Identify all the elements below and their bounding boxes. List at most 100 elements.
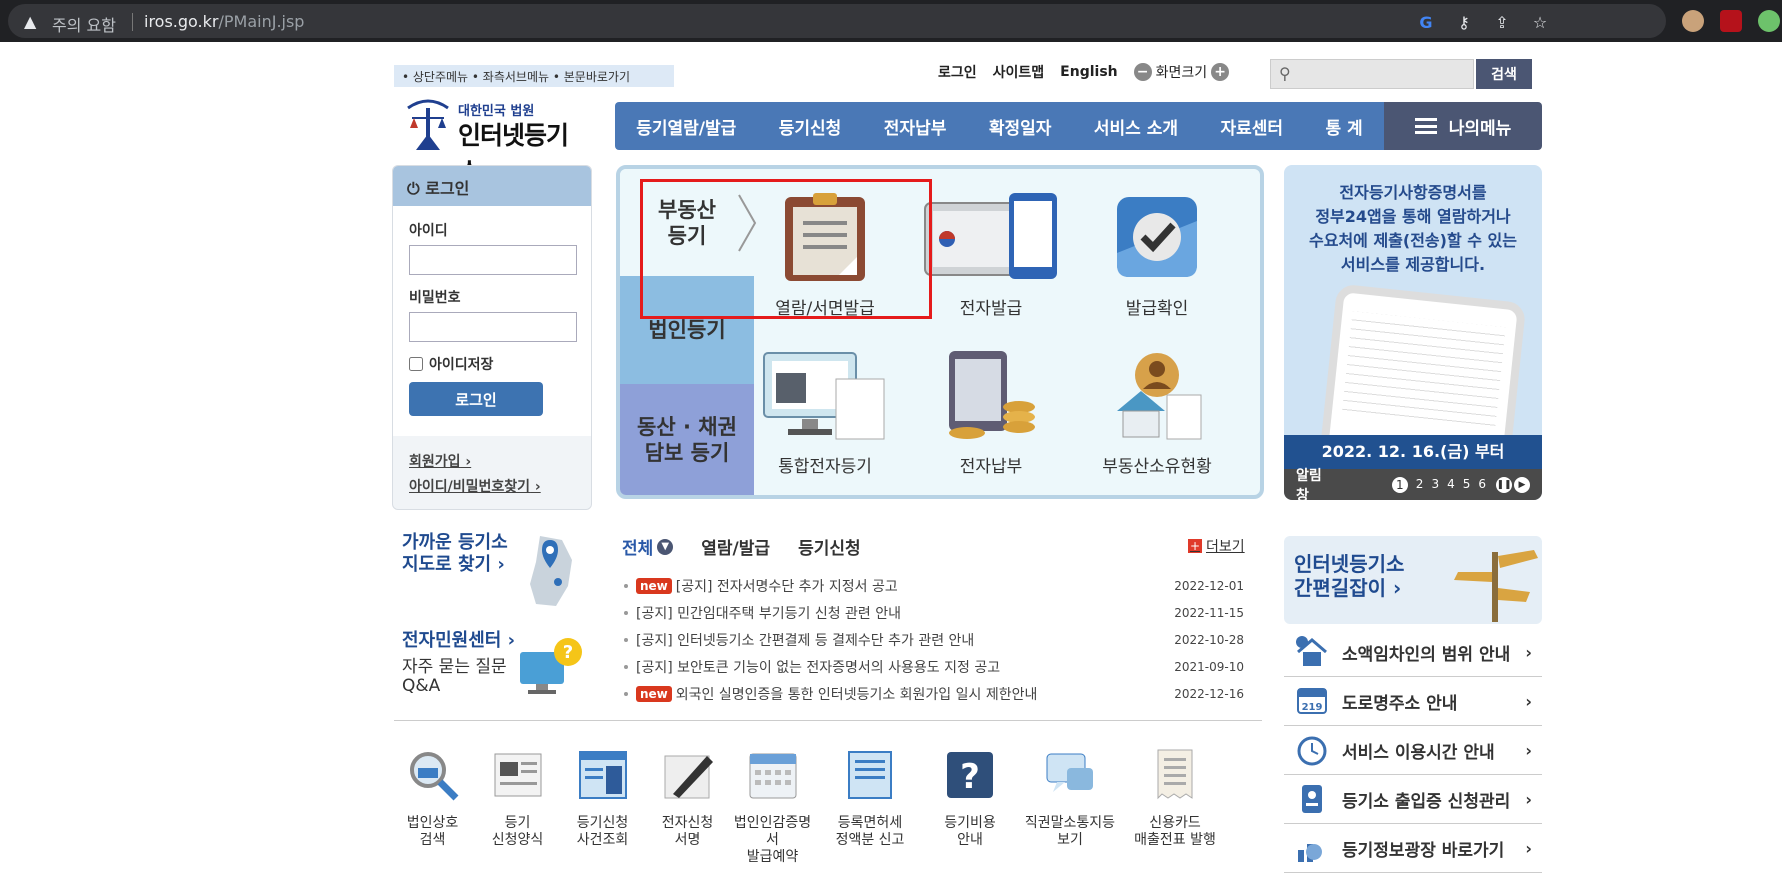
tab-all[interactable]: 전체 ▼ [622, 534, 674, 559]
service-label: 전자납부 [959, 457, 1023, 477]
global-nav: 등기열람/발급 등기신청 전자납부 확정일자 서비스 소개 자료센터 통 계 [615, 102, 1384, 150]
tablet-coins-icon [949, 351, 1035, 439]
list-item[interactable]: [공지] 민간임대주택 부기등기 신청 관련 안내 2022-11-15 [624, 599, 1254, 626]
nav-item[interactable]: 서비스 소개 [1094, 114, 1178, 139]
id-input[interactable] [409, 245, 577, 275]
share-icon[interactable]: ⇪ [1492, 13, 1512, 33]
link-small-tenant[interactable]: 소액임차인의 범위 안내 › [1284, 628, 1542, 677]
page-dot[interactable]: 4 [1447, 477, 1455, 493]
power-icon: ⏻ [407, 179, 420, 198]
magnifier-icon [409, 752, 458, 801]
nav-item[interactable]: 등기열람/발급 [636, 114, 736, 139]
page-dot[interactable]: 5 [1463, 477, 1471, 493]
font-size-control: − 화면크기 + [1133, 62, 1230, 82]
page-dot[interactable]: 2 [1416, 477, 1424, 493]
site-logo[interactable]: 대한민국 법원 인터넷등기소 [400, 94, 580, 186]
banner-text: 전자등기사항증명서를 정부24앱을 통해 열람하거나 수요처에 제출(전송)할 … [1309, 183, 1517, 274]
quick-card-receipt[interactable]: 신용카드 매출전표 발행 [1125, 748, 1225, 866]
tab-apply[interactable]: 등기신청 [798, 534, 861, 559]
extension-on-icon[interactable] [1758, 10, 1780, 32]
key-icon[interactable]: ⚷ [1454, 13, 1474, 33]
link-service-hours[interactable]: 서비스 이용시간 안내 › [1284, 726, 1542, 775]
nav-item[interactable]: 통 계 [1325, 114, 1362, 139]
chevron-right-icon: › [1525, 838, 1532, 858]
more-link[interactable]: + 더보기 [1188, 536, 1245, 556]
bullet [624, 583, 628, 588]
nav-item[interactable]: 자료센터 [1220, 114, 1283, 139]
notice-title: [공지] 민간임대주택 부기등기 신청 관련 안내 [636, 605, 902, 622]
quick-cancellation-notice[interactable]: 직권말소통지등 보기 [1015, 748, 1125, 866]
service-integrated[interactable]: 통합전자등기 [750, 349, 900, 477]
e-issue-icon [924, 193, 1057, 279]
list-item[interactable]: new [공지] 전자서명수단 추가 지정서 공고 2022-12-01 [624, 572, 1254, 599]
service-e-payment[interactable]: 전자납부 [916, 349, 1066, 477]
quick-forms[interactable]: 등기 신청양식 [475, 748, 560, 866]
link-entry-pass[interactable]: 등기소 출입증 신청관리 › [1284, 775, 1542, 824]
save-id-checkbox[interactable] [409, 357, 423, 371]
nav-item[interactable]: 등기신청 [779, 114, 842, 139]
security-warning[interactable]: 주의 요함 [52, 12, 116, 36]
quick-corp-name-search[interactable]: 법인상호 검색 [390, 748, 475, 866]
notice-date: 2022-12-16 [1174, 686, 1244, 701]
notice-title: [공지] 보안토큰 기능이 없는 전자증명서의 사용용도 지정 공고 [636, 659, 1001, 676]
promo-banner[interactable]: 전자등기사항증명서를 정부24앱을 통해 열람하거나 수요처에 제출(전송)할 … [1284, 165, 1542, 500]
tab-view-issue[interactable]: 열람/발급 [701, 534, 770, 559]
id-label: 아이디 [409, 223, 448, 239]
service-e-issue[interactable]: 전자발급 [916, 191, 1066, 319]
next-icon[interactable]: ▶ [1514, 476, 1530, 493]
quick-e-sign[interactable]: 전자신청 서명 [645, 748, 730, 866]
address-bar[interactable]: ▲ 주의 요함 iros.go.kr/PMainJ.jsp G ⚷ ⇪ ☆ [8, 4, 1666, 38]
service-label: 통합전자등기 [778, 457, 872, 477]
quick-guide-banner[interactable]: 인터넷등기소 간편길잡이 › [1284, 536, 1542, 624]
quick-seal-reservation[interactable]: 법인인감증명서 발급예약 [730, 748, 815, 866]
search-input[interactable] [1303, 62, 1471, 86]
url-text[interactable]: iros.go.kr/PMainJ.jsp [144, 12, 304, 31]
quick-case-lookup[interactable]: 등기신청 사건조회 [560, 748, 645, 866]
skip-links[interactable]: • 상단주메뉴 • 좌측서브메뉴 • 본문바로가기 [394, 65, 674, 87]
pause-icon[interactable]: ❚❚ [1496, 476, 1512, 493]
signpost-icon [1454, 550, 1538, 622]
service-property-holdings[interactable]: 부동산소유현황 [1082, 349, 1232, 477]
join-link[interactable]: 회원가입 › [409, 450, 575, 475]
my-menu-button[interactable]: 나의메뉴 [1384, 102, 1542, 150]
google-icon[interactable]: G [1416, 13, 1436, 33]
login-link[interactable]: 로그인 [938, 62, 977, 82]
zoom-out-icon[interactable]: − [1133, 63, 1152, 81]
service-label: 전자발급 [959, 299, 1023, 319]
page-dot[interactable]: 6 [1478, 477, 1486, 493]
star-icon[interactable]: ☆ [1530, 13, 1550, 33]
chevron-right-icon: › [1525, 740, 1532, 760]
list-item[interactable]: new 외국인 실명인증을 통한 인터넷등기소 회원가입 일시 제한안내 202… [624, 680, 1254, 707]
link-road-address[interactable]: 219 도로명주소 안내 › [1284, 677, 1542, 726]
nav-item[interactable]: 전자납부 [884, 114, 947, 139]
search-button[interactable]: 검색 [1476, 59, 1532, 89]
list-item[interactable]: [공지] 인터넷등기소 간편결제 등 결제수단 추가 관련 안내 2022-10… [624, 626, 1254, 653]
link-data-plaza[interactable]: 등기정보광장 바로가기 › [1284, 824, 1542, 873]
category-movable[interactable]: 동산 · 채권 담보 등기 [620, 384, 754, 495]
zoom-in-icon[interactable]: + [1211, 63, 1230, 81]
english-link[interactable]: English [1060, 64, 1117, 80]
quick-fee-guide[interactable]: ? 등기비용 안내 [925, 748, 1015, 866]
chevron-right-icon: › [1525, 691, 1532, 711]
password-input[interactable] [409, 312, 577, 342]
korea-map-icon [530, 536, 572, 606]
login-button[interactable]: 로그인 [409, 382, 543, 416]
nav-item[interactable]: 확정일자 [989, 114, 1052, 139]
clock-icon [1297, 736, 1327, 766]
service-verify[interactable]: 발급확인 [1082, 191, 1232, 319]
sitemap-link[interactable]: 사이트맵 [993, 62, 1045, 82]
question-icon: ? [947, 752, 993, 798]
page-dot[interactable]: 3 [1431, 477, 1439, 493]
list-item[interactable]: [공지] 보안토큰 기능이 없는 전자증명서의 사용용도 지정 공고 2021-… [624, 653, 1254, 680]
ublock-icon[interactable] [1720, 10, 1742, 32]
e-petition-center[interactable]: 전자민원센터 › 자주 묻는 질문 Q&A ? [402, 626, 582, 726]
bullet [624, 637, 628, 642]
page-dot[interactable]: 1 [1391, 476, 1408, 493]
quick-registration-tax[interactable]: 등록면허세 정액분 신고 [815, 748, 925, 866]
extension-avatar-icon[interactable] [1682, 10, 1704, 32]
find-account-link[interactable]: 아이디/비밀번호찾기 › [409, 475, 575, 500]
nearby-office-link[interactable]: 가까운 등기소 지도로 찾기 › [402, 532, 582, 622]
font-size-label: 화면크기 [1155, 65, 1208, 81]
save-id-option[interactable]: 아이디저장 [409, 354, 575, 374]
banner-controls: 알림창 1 2 3 4 5 6 ❚❚ ▶ [1284, 468, 1542, 500]
